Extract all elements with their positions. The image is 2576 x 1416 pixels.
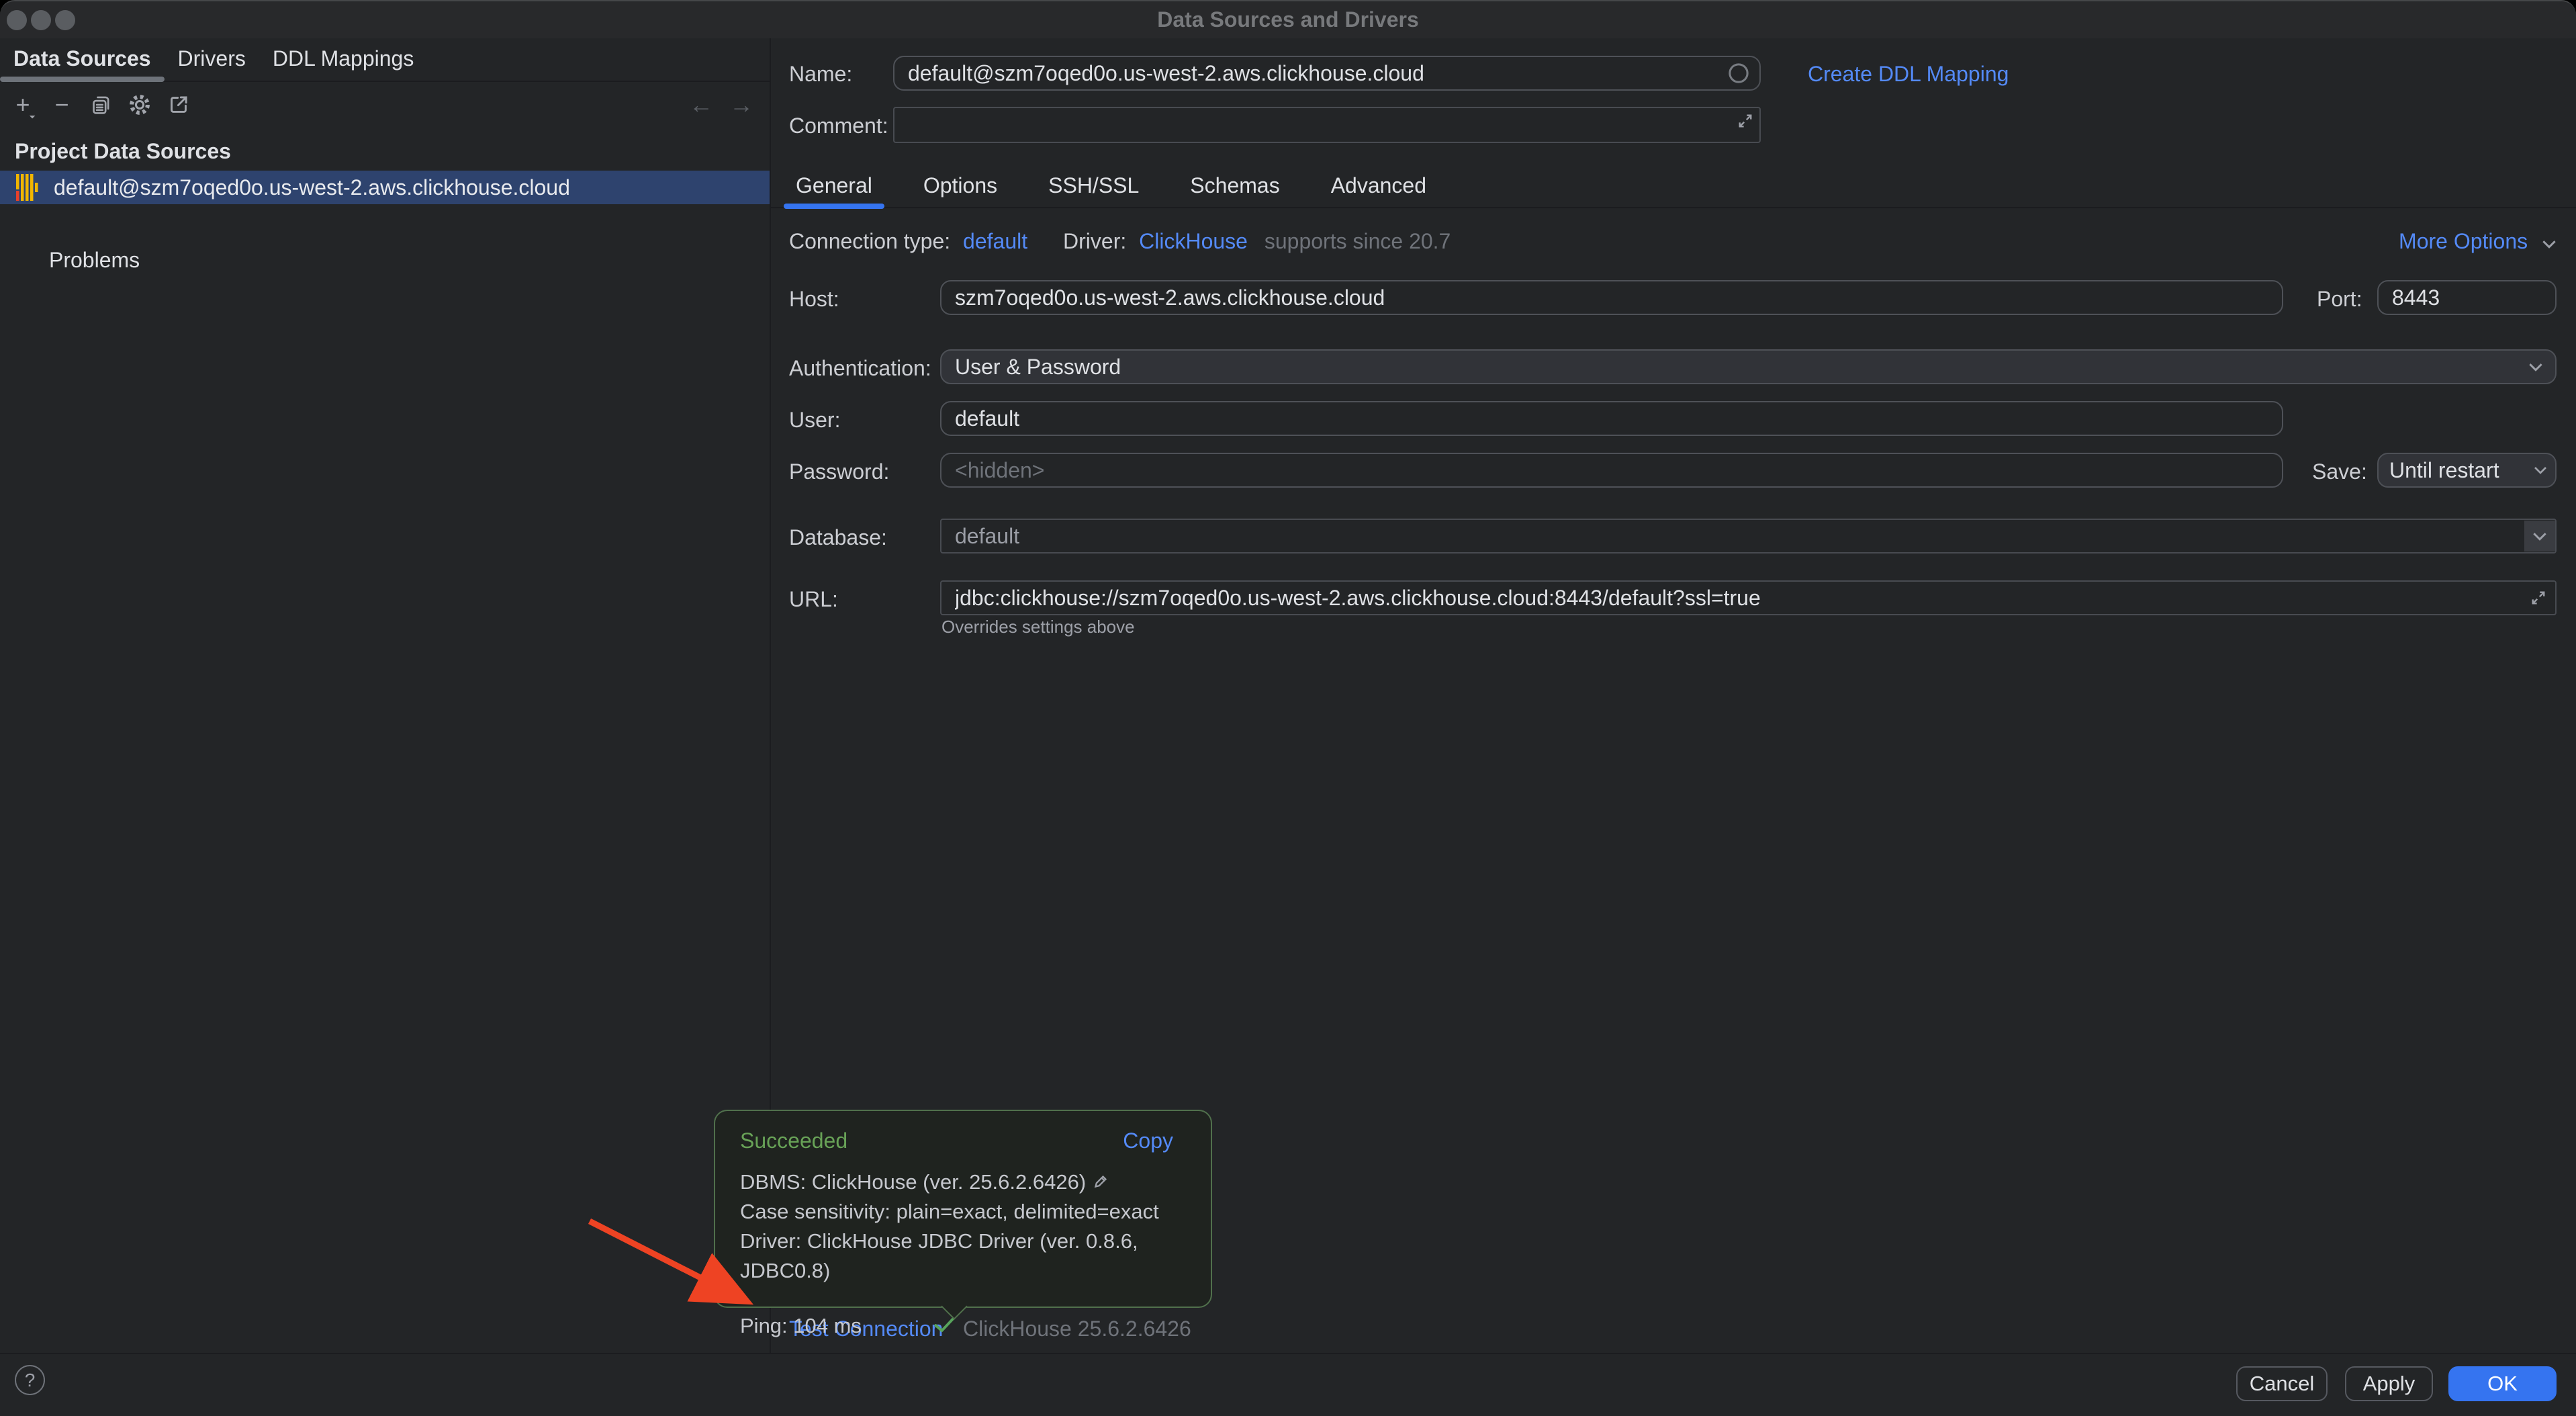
name-label: Name: [789, 62, 852, 87]
forward-icon[interactable]: → [727, 83, 756, 126]
sidebar-tab-bar: Data Sources Drivers DDL Mappings [0, 38, 770, 82]
form-tab-bar: General Options SSH/SSL Schemas Advanced [770, 166, 2576, 208]
problems-section[interactable]: Problems [49, 248, 140, 273]
connection-type-label: Connection type: [789, 229, 950, 253]
ok-button[interactable]: OK [2448, 1366, 2557, 1401]
window-title: Data Sources and Drivers [0, 1, 2576, 38]
status-succeeded: Succeeded [740, 1127, 847, 1154]
port-label: Port: [2317, 287, 2362, 312]
cancel-button[interactable]: Cancel [2236, 1366, 2328, 1401]
remove-icon[interactable]: − [48, 91, 75, 118]
tab-schemas[interactable]: Schemas [1178, 165, 1291, 208]
comment-label: Comment: [789, 114, 888, 138]
host-input[interactable] [941, 285, 2282, 310]
create-ddl-mapping-link[interactable]: Create DDL Mapping [1808, 62, 2009, 87]
edit-icon[interactable] [1091, 1174, 1109, 1191]
add-icon[interactable]: + [9, 91, 36, 118]
database-dropdown-button[interactable] [2524, 521, 2555, 551]
url-input[interactable] [941, 586, 2530, 611]
settings-gear-icon[interactable] [126, 91, 153, 118]
dialog-button-bar: ? Cancel Apply OK [0, 1353, 2576, 1416]
password-input[interactable] [941, 458, 2282, 483]
database-label: Database: [789, 525, 887, 550]
tab-drivers[interactable]: Drivers [165, 38, 259, 81]
tab-advanced[interactable]: Advanced [1319, 165, 1438, 208]
name-field[interactable] [893, 56, 1761, 91]
back-icon[interactable]: ← [686, 83, 716, 126]
user-field[interactable] [940, 401, 2283, 436]
driver-note: supports since 20.7 [1264, 229, 1451, 253]
connection-type-row: Connection type: default Driver: ClickHo… [789, 229, 1451, 254]
save-label: Save: [2312, 459, 2367, 484]
password-field[interactable] [940, 453, 2283, 488]
url-label: URL: [789, 587, 838, 612]
save-value: Until restart [2389, 458, 2499, 483]
name-input[interactable] [894, 61, 1727, 86]
chevron-down-icon [2534, 466, 2547, 474]
authentication-label: Authentication: [789, 356, 931, 381]
user-input[interactable] [941, 406, 2282, 431]
host-label: Host: [789, 287, 839, 312]
database-value: default [941, 524, 2524, 549]
annotation-arrow [571, 1210, 772, 1321]
save-dropdown[interactable]: Until restart [2377, 453, 2557, 488]
help-icon[interactable]: ? [15, 1365, 45, 1395]
data-sources-dialog: Data Sources and Drivers Data Sources Dr… [0, 0, 2576, 1416]
regenerate-name-icon[interactable] [1727, 62, 1750, 85]
tab-data-sources[interactable]: Data Sources [0, 38, 165, 81]
expand-editor-icon[interactable] [2530, 589, 2547, 607]
project-data-sources-header: Project Data Sources [15, 139, 231, 164]
password-label: Password: [789, 459, 889, 484]
authentication-value: User & Password [955, 355, 1121, 380]
database-combobox[interactable]: default [940, 519, 2557, 554]
url-field[interactable] [940, 580, 2557, 615]
port-input[interactable] [2379, 285, 2555, 310]
authentication-dropdown[interactable]: User & Password [940, 349, 2557, 384]
tab-general[interactable]: General [784, 165, 884, 208]
driver-label: Driver: [1063, 229, 1126, 253]
tab-options[interactable]: Options [911, 165, 1009, 208]
data-source-list-item[interactable]: default@szm7oqed0o.us-west-2.aws.clickho… [0, 171, 770, 204]
title-bar: Data Sources and Drivers [0, 1, 2576, 38]
driver-link[interactable]: ClickHouse [1139, 229, 1248, 253]
test-connection-result-popup: Succeeded Copy DBMS: ClickHouse (ver. 25… [714, 1110, 1212, 1308]
sidebar-toolbar: + − [0, 83, 779, 126]
case-sensitivity-line: Case sensitivity: plain=exact, delimited… [740, 1197, 1173, 1227]
dbms-line: DBMS: ClickHouse (ver. 25.6.2.6426) [740, 1167, 1173, 1197]
chevron-down-icon [2542, 240, 2557, 249]
more-options[interactable]: More Options [2399, 229, 2557, 254]
clickhouse-icon [16, 174, 40, 201]
comment-field[interactable] [893, 107, 1761, 143]
connection-type-link[interactable]: default [963, 229, 1027, 253]
open-in-new-icon[interactable] [165, 91, 192, 118]
driver-line: Driver: ClickHouse JDBC Driver (ver. 0.8… [740, 1227, 1173, 1286]
chevron-down-icon [2532, 532, 2547, 541]
duplicate-icon[interactable] [87, 91, 114, 118]
port-field[interactable] [2377, 280, 2557, 315]
comment-input[interactable] [894, 113, 1737, 138]
tab-ddl-mappings[interactable]: DDL Mappings [259, 38, 427, 81]
more-options-link[interactable]: More Options [2399, 229, 2528, 253]
apply-button[interactable]: Apply [2345, 1366, 2433, 1401]
user-label: User: [789, 408, 840, 433]
url-note: Overrides settings above [941, 617, 1135, 637]
tab-ssh-ssl[interactable]: SSH/SSL [1036, 165, 1151, 208]
data-source-name: default@szm7oqed0o.us-west-2.aws.clickho… [54, 175, 570, 200]
copy-link[interactable]: Copy [1123, 1127, 1173, 1154]
expand-editor-icon[interactable] [1737, 112, 1754, 130]
host-field[interactable] [940, 280, 2283, 315]
chevron-down-icon [2528, 363, 2543, 371]
